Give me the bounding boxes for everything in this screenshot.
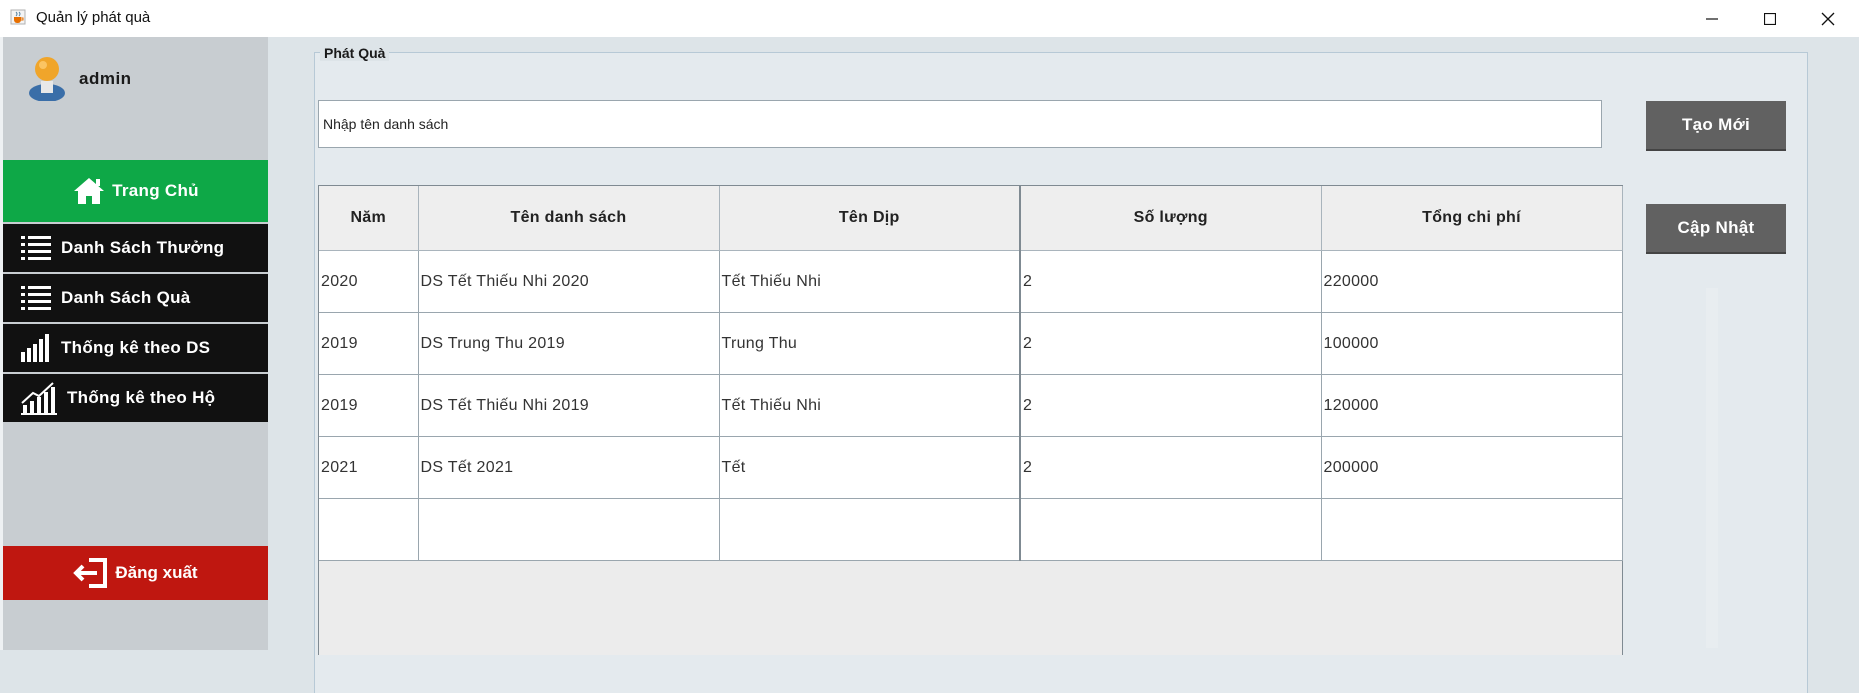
table-cell[interactable]: [319, 498, 419, 561]
username: admin: [79, 69, 132, 88]
table-cell[interactable]: DS Tết Thiếu Nhi 2019: [418, 374, 720, 437]
table-cell[interactable]: 120000: [1321, 374, 1623, 437]
close-icon: [1821, 12, 1835, 25]
growth-chart-icon: [21, 381, 57, 415]
nav-home[interactable]: Trang Chủ: [3, 160, 268, 222]
column-header[interactable]: Năm: [319, 186, 419, 251]
table-header-row: Năm Tên danh sách Tên Dịp Số lượng Tổng …: [319, 186, 1623, 251]
table-row[interactable]: 2020 DS Tết Thiếu Nhi 2020 Tết Thiếu Nhi…: [319, 250, 1623, 313]
table-cell[interactable]: 220000: [1321, 250, 1623, 313]
list-icon: [21, 285, 51, 311]
nav-stats-by-list[interactable]: Thống kê theo DS: [3, 324, 268, 372]
column-header[interactable]: Tổng chi phí: [1321, 186, 1623, 251]
maximize-button[interactable]: [1742, 0, 1798, 37]
table-cell[interactable]: [1321, 498, 1623, 561]
table-row[interactable]: 2019 DS Tết Thiếu Nhi 2019 Tết Thiếu Nhi…: [319, 374, 1623, 437]
main-panel: Phát Quà Tạo Mới Cập Nhật Năm Tên danh s…: [268, 37, 1859, 693]
list-name-input[interactable]: [318, 100, 1602, 148]
table-cell[interactable]: DS Tết 2021: [418, 436, 720, 499]
table-cell[interactable]: DS Tết Thiếu Nhi 2020: [418, 250, 720, 313]
table-cell[interactable]: [418, 498, 720, 561]
bar-chart-icon: [21, 334, 51, 362]
column-header[interactable]: Số lượng: [1020, 186, 1322, 251]
table-row[interactable]: [319, 498, 1623, 561]
maximize-icon: [1764, 12, 1776, 25]
user-avatar-icon: [29, 57, 65, 101]
table-cell[interactable]: 100000: [1321, 312, 1623, 375]
update-button[interactable]: Cập Nhật: [1646, 204, 1786, 254]
table-cell[interactable]: 200000: [1321, 436, 1623, 499]
table-row[interactable]: 2021 DS Tết 2021 Tết 2 200000: [319, 436, 1623, 499]
table-cell[interactable]: DS Trung Thu 2019: [418, 312, 720, 375]
table-cell[interactable]: Tết Thiếu Nhi: [719, 374, 1021, 437]
window-title: Quản lý phát quà: [36, 9, 151, 26]
nav-stats-by-list-label: Thống kê theo DS: [61, 338, 211, 357]
minimize-button[interactable]: [1684, 0, 1740, 37]
table-cell[interactable]: 2019: [319, 312, 419, 375]
table-cell[interactable]: Trung Thu: [719, 312, 1021, 375]
table-cell[interactable]: 2020: [319, 250, 419, 313]
table-cell[interactable]: 2: [1020, 312, 1322, 375]
create-button[interactable]: Tạo Mới: [1646, 101, 1786, 151]
table-cell[interactable]: 2: [1020, 374, 1322, 437]
nav-reward-list-label: Danh Sách Thưởng: [61, 238, 225, 257]
nav-home-label: Trang Chủ: [112, 181, 199, 200]
nav-stats-by-household-label: Thống kê theo Hộ: [67, 388, 216, 407]
table-cell[interactable]: Tết Thiếu Nhi: [719, 250, 1021, 313]
table-row[interactable]: 2019 DS Trung Thu 2019 Trung Thu 2 10000…: [319, 312, 1623, 375]
list-icon: [21, 235, 51, 261]
close-button[interactable]: [1800, 0, 1856, 37]
column-header[interactable]: Tên danh sách: [418, 186, 720, 251]
table-cell[interactable]: 2: [1020, 250, 1322, 313]
logout-icon: [73, 558, 109, 588]
nav-gift-list[interactable]: Danh Sách Quà: [3, 274, 268, 322]
table-cell[interactable]: [719, 498, 1021, 561]
list-table: Năm Tên danh sách Tên Dịp Số lượng Tổng …: [318, 185, 1623, 655]
nav-gift-list-label: Danh Sách Quà: [61, 288, 191, 307]
table-cell[interactable]: 2: [1020, 436, 1322, 499]
table-cell[interactable]: 2019: [319, 374, 419, 437]
nav-reward-list[interactable]: Danh Sách Thưởng: [3, 224, 268, 272]
minimize-icon: [1706, 17, 1718, 20]
sidebar: admin Trang Chủ Danh Sách Thưởng Danh Sá…: [0, 37, 271, 650]
java-cup-icon: [10, 9, 26, 25]
logout-button[interactable]: Đăng xuất: [3, 546, 268, 600]
table-cell[interactable]: 2021: [319, 436, 419, 499]
table-cell[interactable]: [1020, 498, 1322, 561]
logout-label: Đăng xuất: [115, 563, 198, 582]
title-bar: Quản lý phát quà: [0, 0, 1859, 38]
home-icon: [72, 176, 106, 206]
nav-stats-by-household[interactable]: Thống kê theo Hộ: [3, 374, 268, 422]
table-cell[interactable]: Tết: [719, 436, 1021, 499]
scrollbar[interactable]: [1706, 288, 1718, 648]
group-title: Phát Quà: [320, 45, 390, 61]
column-header[interactable]: Tên Dịp: [719, 186, 1021, 251]
